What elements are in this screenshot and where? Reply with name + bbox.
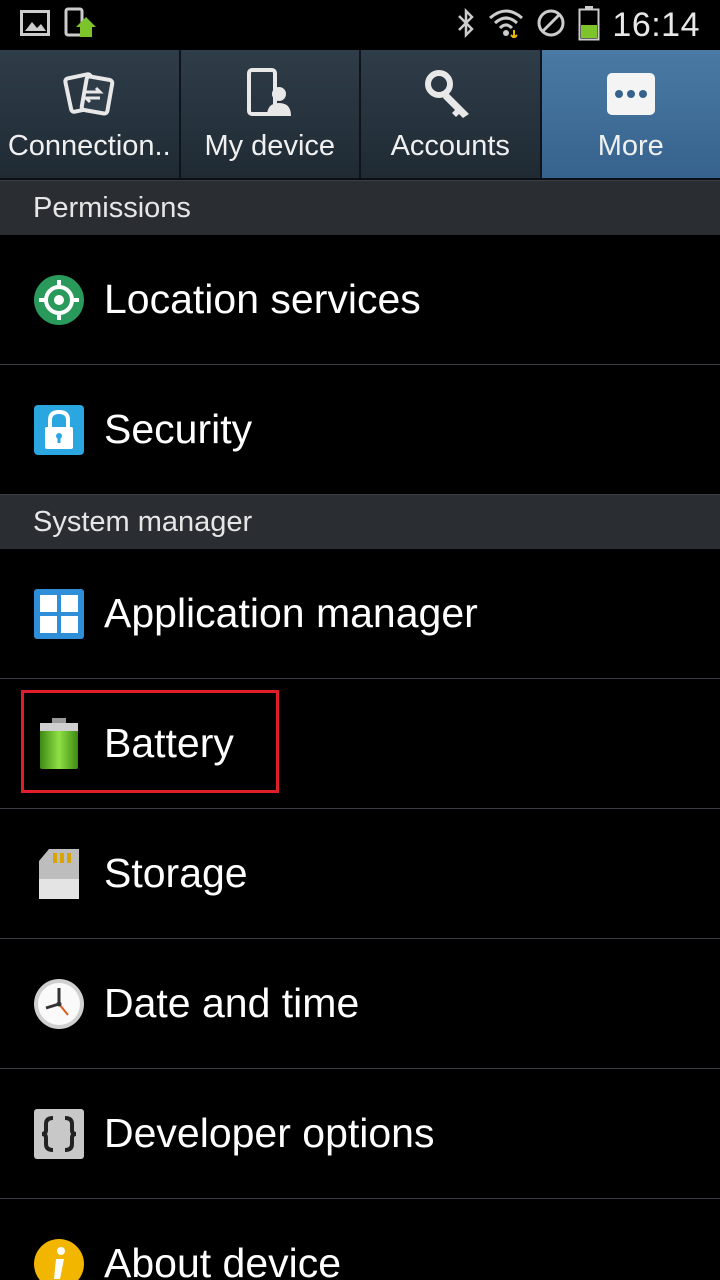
braces-icon — [32, 1107, 86, 1161]
list-item-label: Application manager — [104, 590, 478, 636]
list-item-date-and-time[interactable]: Date and time — [0, 939, 720, 1069]
list-item-label: About device — [104, 1240, 342, 1280]
tab-label: Connection.. — [7, 130, 171, 162]
settings-screen: 16:14 Connection.. My device Accounts Mo… — [0, 0, 720, 1280]
status-time: 16:14 — [612, 5, 700, 44]
location-icon — [32, 273, 86, 327]
tab-more[interactable]: More — [541, 50, 720, 178]
list-item-battery[interactable]: Battery — [0, 679, 720, 809]
section-header-permissions: Permissions — [0, 180, 720, 235]
list-item-label: Location services — [104, 276, 421, 322]
settings-list: Permissions Location services Security S… — [0, 180, 720, 1280]
tab-accounts[interactable]: Accounts — [361, 50, 542, 178]
sd-card-icon — [32, 847, 86, 901]
tab-connections[interactable]: Connection.. — [0, 50, 181, 178]
list-item-label: Date and time — [104, 980, 360, 1026]
battery-icon — [32, 717, 86, 771]
list-item-location-services[interactable]: Location services — [0, 235, 720, 365]
more-icon — [605, 68, 657, 120]
section-header-system-manager: System manager — [0, 494, 720, 549]
image-icon — [20, 9, 50, 41]
settings-tab-bar: Connection.. My device Accounts More — [0, 50, 720, 180]
list-item-label: Storage — [104, 850, 248, 896]
bluetooth-icon — [456, 7, 476, 43]
list-item-storage[interactable]: Storage — [0, 809, 720, 939]
app-update-icon — [64, 7, 98, 44]
lock-icon — [32, 403, 86, 457]
list-item-label: Battery — [104, 720, 234, 766]
grid-icon — [32, 587, 86, 641]
tab-label: More — [597, 130, 664, 162]
list-item-label: Security — [104, 406, 253, 452]
battery-icon — [578, 5, 600, 46]
list-item-application-manager[interactable]: Application manager — [0, 549, 720, 679]
key-icon — [423, 68, 477, 120]
list-item-about-device[interactable]: About device — [0, 1199, 720, 1280]
info-icon — [32, 1237, 86, 1280]
status-bar: 16:14 — [0, 0, 720, 50]
tab-label: Accounts — [390, 130, 510, 162]
connections-icon — [62, 68, 116, 120]
no-sim-icon — [536, 8, 566, 43]
clock-icon — [32, 977, 86, 1031]
tab-my-device[interactable]: My device — [180, 50, 361, 178]
list-item-security[interactable]: Security — [0, 365, 720, 494]
my-device-icon — [243, 68, 297, 120]
list-item-label: Developer options — [104, 1110, 435, 1156]
wifi-icon — [488, 8, 524, 43]
tab-label: My device — [204, 130, 336, 162]
list-item-developer-options[interactable]: Developer options — [0, 1069, 720, 1199]
